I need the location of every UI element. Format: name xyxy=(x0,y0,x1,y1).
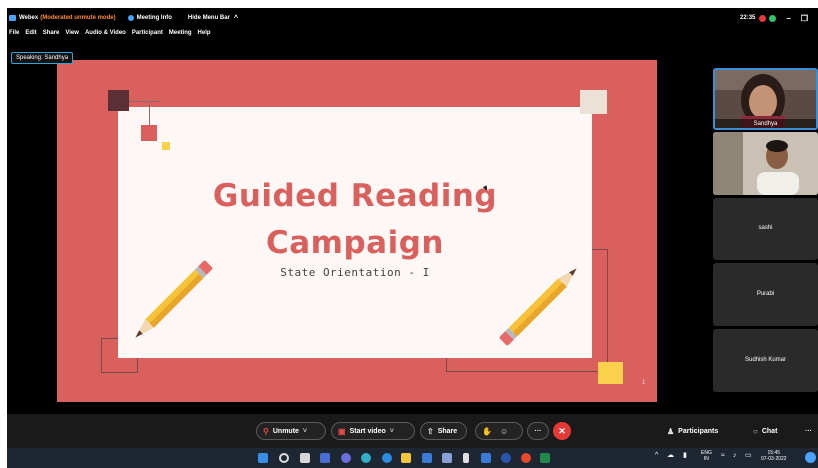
file-explorer-icon[interactable] xyxy=(401,453,411,463)
language-region: IN xyxy=(703,456,709,462)
meeting-info-button[interactable]: Meeting Info xyxy=(137,15,172,21)
share-icon: ⇧ xyxy=(427,426,434,436)
title-bar-right: 22:35 – ❒ xyxy=(740,8,818,28)
participants-icon: ♟ xyxy=(667,426,675,436)
decorative-square xyxy=(108,90,129,111)
speaking-indicator: Speaking: Sandhya xyxy=(11,52,74,64)
reactions-group: ✋ ☺ xyxy=(475,422,523,440)
teams-chat-icon[interactable] xyxy=(341,453,351,463)
more-options-button[interactable]: ··· xyxy=(527,422,549,440)
system-date: 07-03-2022 xyxy=(761,456,787,462)
app-icon[interactable] xyxy=(540,453,550,463)
menu-meeting[interactable]: Meeting xyxy=(169,30,192,40)
meeting-clock: 22:35 xyxy=(740,15,756,21)
end-meeting-button[interactable]: ✕ xyxy=(553,422,571,440)
participants-label: Participants xyxy=(678,427,719,435)
participant-tile-purabi[interactable]: Purabi xyxy=(713,263,818,326)
menu-share[interactable]: Share xyxy=(43,30,60,40)
webex-logo-icon xyxy=(9,15,16,21)
chrome-icon[interactable] xyxy=(521,453,531,463)
minimize-button[interactable]: – xyxy=(786,14,790,23)
connection-status-icon xyxy=(769,14,777,22)
task-view-icon[interactable] xyxy=(300,453,310,463)
store-icon[interactable] xyxy=(422,453,432,463)
app-name: Webex xyxy=(19,15,39,21)
toolbar-overflow-button[interactable]: ··· xyxy=(805,422,812,440)
decorative-square xyxy=(162,142,170,150)
participant-video xyxy=(713,132,818,195)
hide-menu-bar-button[interactable]: Hide Menu Bar xyxy=(188,15,230,21)
chat-button[interactable]: ○ Chat xyxy=(753,422,777,440)
share-label: Share xyxy=(437,427,458,435)
menu-edit[interactable]: Edit xyxy=(25,30,36,40)
browser-icon[interactable] xyxy=(382,453,392,463)
menu-file[interactable]: File xyxy=(9,30,19,40)
restore-button[interactable]: ❒ xyxy=(801,14,808,23)
chat-label: Chat xyxy=(761,427,778,435)
chevron-up-icon[interactable]: ^ xyxy=(234,15,238,22)
menu-audio-video[interactable]: Audio & Video xyxy=(85,30,126,40)
microphone-muted-icon: ⚲ xyxy=(263,426,269,436)
start-video-button[interactable]: ▣ Start video ˅ xyxy=(331,422,415,440)
more-options-label: ··· xyxy=(534,427,542,435)
volume-icon[interactable]: ♪ xyxy=(733,452,737,459)
decorative-square xyxy=(141,125,157,141)
search-icon[interactable] xyxy=(279,453,289,463)
start-menu-icon[interactable] xyxy=(258,453,268,463)
participant-tile-sashi[interactable]: sashi xyxy=(713,198,818,260)
participant-name: Purabi xyxy=(756,291,775,297)
pencil-left-icon xyxy=(135,260,213,338)
title-bar: Webex (Moderated unmute mode) Meeting In… xyxy=(7,8,818,28)
chat-icon: ○ xyxy=(753,426,758,436)
raise-hand-icon[interactable]: ✋ xyxy=(482,427,492,436)
meeting-toolbar: ⚲ Unmute ˅ ▣ Start video ˅ ⇧ Share ✋ ☺ ·… xyxy=(7,414,818,448)
app-icon[interactable] xyxy=(442,453,452,463)
app-icon[interactable] xyxy=(463,453,469,463)
reactions-icon[interactable]: ☺ xyxy=(500,427,508,436)
system-clock[interactable]: 15:45 07-03-2022 xyxy=(761,450,787,462)
edge-icon[interactable] xyxy=(361,453,371,463)
participant-name: sashi xyxy=(758,225,773,231)
unmute-button[interactable]: ⚲ Unmute ˅ xyxy=(256,422,326,440)
tray-overflow-icon[interactable]: ^ xyxy=(655,452,658,459)
participant-tile-sudhish-kumar[interactable]: Sudhish Kumar xyxy=(713,329,818,392)
video-off-icon: ▣ xyxy=(338,426,346,436)
shared-slide: Guided Reading Campaign State Orientatio… xyxy=(57,60,657,402)
participant-tile-2[interactable] xyxy=(713,132,818,195)
participant-tile-sandhya[interactable]: Sandhya xyxy=(713,68,818,130)
participant-name: Sudhish Kumar xyxy=(744,357,787,363)
tray-cloud-icon[interactable]: ☁ xyxy=(667,452,674,459)
os-taskbar: ^ ☁ ▮ ENG IN ≈ ♪ ▭ 15:45 07-03-2022 xyxy=(7,448,818,468)
share-button[interactable]: ⇧ Share xyxy=(420,422,467,440)
meeting-mode: (Moderated unmute mode) xyxy=(40,15,116,21)
slide-page-number: 1 xyxy=(642,380,646,386)
battery-icon[interactable]: ▭ xyxy=(745,452,752,459)
webex-window: Webex (Moderated unmute mode) Meeting In… xyxy=(7,8,818,468)
widgets-icon[interactable] xyxy=(320,453,330,463)
menu-help[interactable]: Help xyxy=(198,30,211,40)
unmute-label: Unmute xyxy=(272,427,299,435)
slide-title-line1: Guided Reading xyxy=(212,178,498,214)
recording-icon xyxy=(759,14,767,22)
decorative-square xyxy=(580,90,607,114)
chevron-down-icon[interactable]: ˅ xyxy=(303,428,307,435)
participant-name: Sandhya xyxy=(753,121,778,127)
participants-button[interactable]: ♟ Participants xyxy=(667,422,718,440)
menu-bar: File Edit Share View Audio & Video Parti… xyxy=(9,30,211,40)
chevron-down-icon[interactable]: ˅ xyxy=(390,428,394,435)
menu-view[interactable]: View xyxy=(65,30,79,40)
info-icon xyxy=(127,15,134,21)
notification-icon[interactable] xyxy=(805,452,816,463)
menu-participant[interactable]: Participant xyxy=(132,30,163,40)
language-indicator[interactable]: ENG IN xyxy=(701,450,712,462)
app-icon[interactable] xyxy=(481,453,491,463)
webex-taskbar-icon[interactable] xyxy=(501,453,511,463)
start-video-label: Start video xyxy=(349,427,386,435)
tray-battery-icon[interactable]: ▮ xyxy=(683,452,687,459)
pencil-right-icon xyxy=(499,268,577,346)
decorative-square xyxy=(598,362,623,384)
wifi-icon[interactable]: ≈ xyxy=(721,452,725,459)
